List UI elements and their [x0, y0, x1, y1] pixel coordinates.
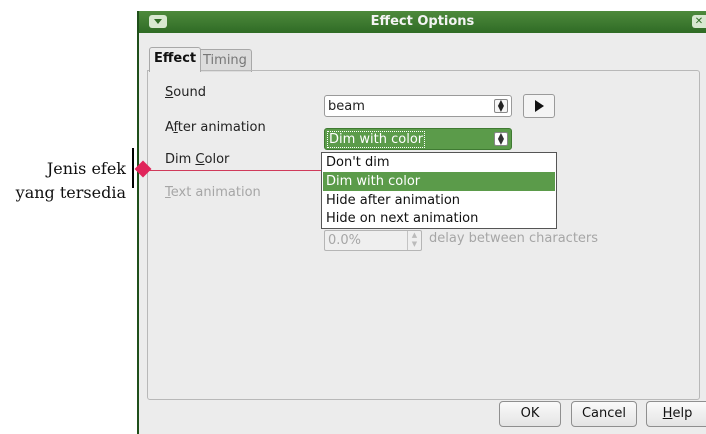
text-animation-label: Text animation: [165, 185, 261, 200]
delay-label: delay between characters: [429, 231, 599, 246]
effect-options-dialog: Effect Options ✕ Effect Timing Sound bea…: [137, 11, 706, 434]
tab-timing[interactable]: Timing: [198, 49, 252, 72]
option-hide-after-animation[interactable]: Hide after animation: [323, 191, 555, 210]
option-hide-on-next-animation[interactable]: Hide on next animation: [323, 209, 555, 228]
delay-spinbox[interactable]: 0.0% ▲ ▼: [324, 230, 422, 251]
option-dont-dim[interactable]: Don't dim: [323, 153, 555, 172]
play-sound-button[interactable]: [523, 94, 555, 118]
dialog-title: Effect Options: [370, 14, 475, 29]
spin-arrows-icon: ▲ ▼: [494, 99, 508, 113]
sound-value: beam: [328, 99, 365, 114]
annotation-line-2: yang tersedia: [15, 183, 126, 202]
option-dim-with-color[interactable]: Dim with color: [323, 172, 555, 191]
title-bar: Effect Options ✕: [139, 11, 706, 33]
dim-color-label: Dim Color: [165, 152, 230, 167]
sound-label: Sound: [165, 85, 206, 100]
cancel-button[interactable]: Cancel: [571, 401, 637, 427]
after-animation-label: After animation: [165, 120, 266, 135]
tab-effect[interactable]: Effect: [149, 47, 202, 72]
sound-select[interactable]: beam ▲ ▼: [324, 95, 512, 117]
spin-arrows-icon[interactable]: ▲ ▼: [407, 231, 421, 250]
annotation-label: Jenis efek yang tersedia: [2, 157, 126, 205]
after-animation-select[interactable]: Dim with color ▲ ▼: [324, 128, 512, 150]
ok-button[interactable]: OK: [499, 401, 561, 427]
delay-value: 0.0%: [328, 233, 362, 248]
spin-arrows-icon: ▲ ▼: [494, 132, 508, 146]
help-button[interactable]: Help: [646, 401, 706, 427]
after-animation-value: Dim with color: [327, 131, 426, 148]
close-icon[interactable]: ✕: [692, 15, 706, 28]
after-animation-dropdown: Don't dim Dim with color Hide after anim…: [321, 152, 557, 229]
annotation-line-1: Jenis efek: [46, 159, 126, 178]
